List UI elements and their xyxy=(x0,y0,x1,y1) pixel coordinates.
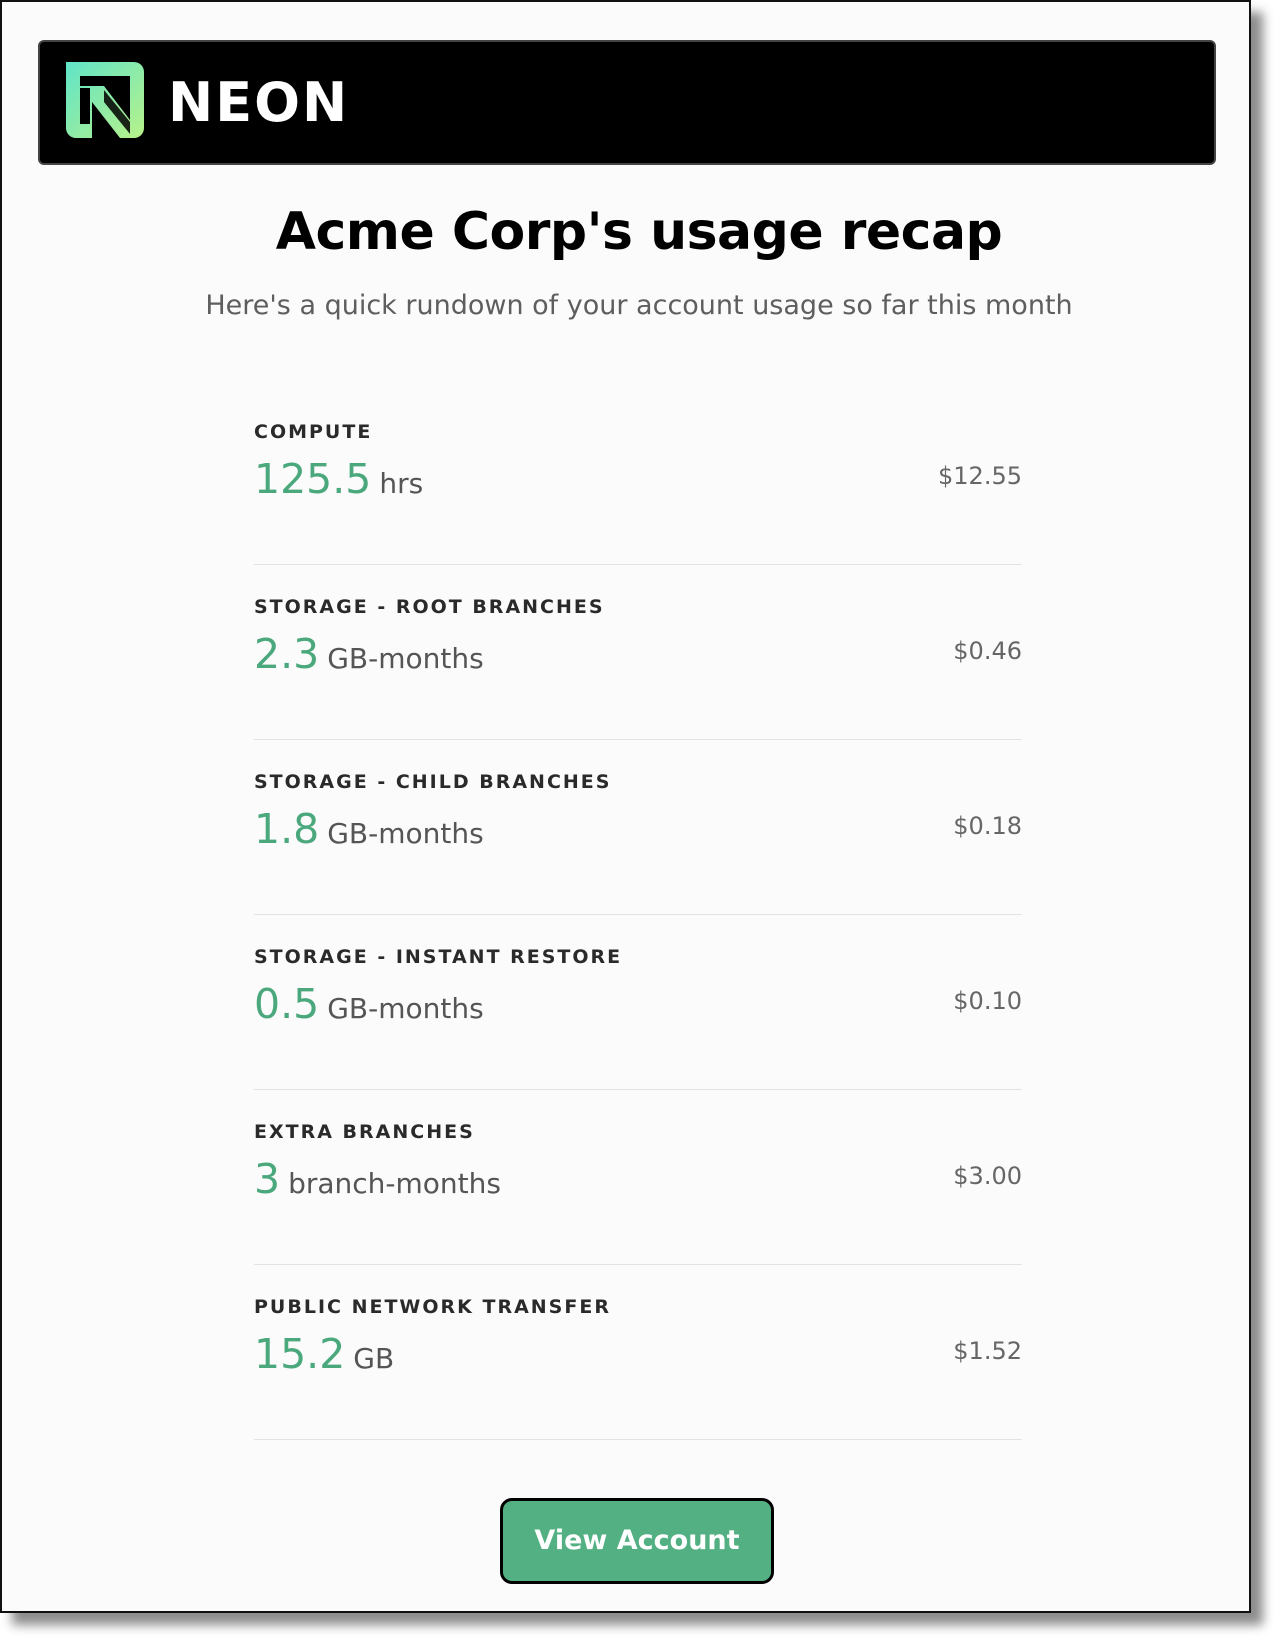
view-account-button[interactable]: View Account xyxy=(500,1498,774,1584)
usage-list: COMPUTE 125.5 hrs $12.55 STORAGE - ROOT B… xyxy=(254,390,1022,1440)
email-frame: NEON Acme Corp's usage recap Here's a qu… xyxy=(0,0,1251,1613)
usage-label: STORAGE - ROOT BRANCHES xyxy=(254,596,605,618)
usage-row-extra-branches: EXTRA BRANCHES 3 branch-months $3.00 xyxy=(254,1090,1022,1265)
usage-unit: GB-months xyxy=(327,817,484,850)
usage-value: 3 xyxy=(254,1155,281,1203)
usage-unit: hrs xyxy=(379,467,424,500)
usage-cost: $0.18 xyxy=(953,812,1022,840)
usage-label: EXTRA BRANCHES xyxy=(254,1121,475,1143)
usage-label: STORAGE - CHILD BRANCHES xyxy=(254,771,612,793)
brand-header: NEON xyxy=(38,40,1216,165)
usage-label: COMPUTE xyxy=(254,421,373,443)
usage-amount: 0.5 GB-months xyxy=(254,977,484,1041)
usage-amount: 1.8 GB-months xyxy=(254,802,484,866)
usage-value: 2.3 xyxy=(254,630,320,678)
usage-value: 1.8 xyxy=(254,805,320,853)
usage-value: 125.5 xyxy=(254,455,372,503)
usage-row-network-transfer: PUBLIC NETWORK TRANSFER 15.2 GB $1.52 xyxy=(254,1265,1022,1440)
usage-unit: GB xyxy=(353,1342,395,1375)
usage-cost: $0.10 xyxy=(953,987,1022,1015)
usage-unit: GB-months xyxy=(327,642,484,675)
usage-row-storage-child: STORAGE - CHILD BRANCHES 1.8 GB-months $0… xyxy=(254,740,1022,915)
usage-value: 15.2 xyxy=(254,1330,346,1378)
usage-unit: GB-months xyxy=(327,992,484,1025)
page-title: Acme Corp's usage recap xyxy=(275,202,1003,262)
usage-amount: 125.5 hrs xyxy=(254,452,423,516)
brand-wordmark: NEON xyxy=(168,71,350,134)
usage-cost: $3.00 xyxy=(953,1162,1022,1190)
usage-cost: $12.55 xyxy=(938,462,1022,490)
usage-row-storage-root: STORAGE - ROOT BRANCHES 2.3 GB-months $0.… xyxy=(254,565,1022,740)
usage-label: STORAGE - INSTANT RESTORE xyxy=(254,946,623,968)
usage-row-storage-restore: STORAGE - INSTANT RESTORE 0.5 GB-months $… xyxy=(254,915,1022,1090)
usage-unit: branch-months xyxy=(288,1167,501,1200)
usage-label: PUBLIC NETWORK TRANSFER xyxy=(254,1296,611,1318)
page-subtitle: Here's a quick rundown of your account u… xyxy=(205,290,1073,321)
neon-logo-icon xyxy=(66,62,144,138)
usage-cost: $0.46 xyxy=(953,637,1022,665)
usage-row-compute: COMPUTE 125.5 hrs $12.55 xyxy=(254,390,1022,565)
usage-cost: $1.52 xyxy=(953,1337,1022,1365)
usage-amount: 3 branch-months xyxy=(254,1152,501,1216)
usage-amount: 2.3 GB-months xyxy=(254,627,484,691)
usage-value: 0.5 xyxy=(254,980,320,1028)
usage-amount: 15.2 GB xyxy=(254,1327,394,1391)
